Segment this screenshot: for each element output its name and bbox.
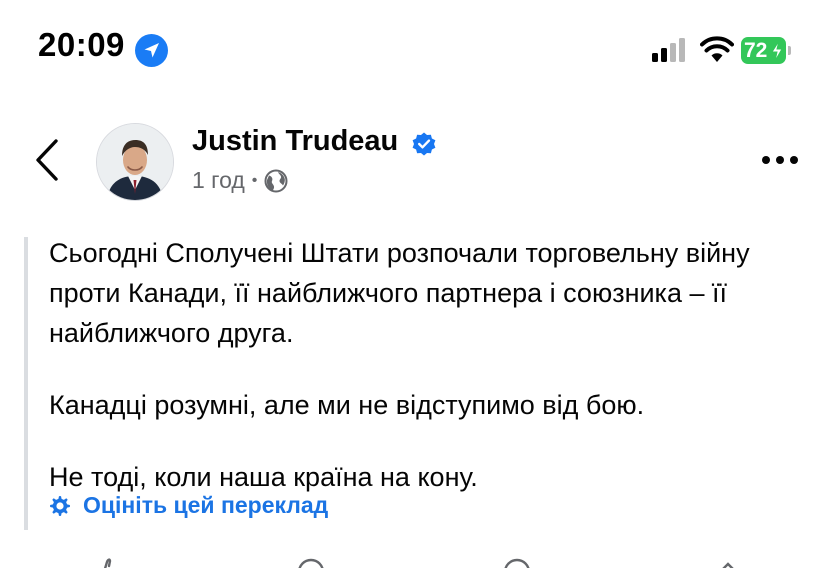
- gear-icon: [50, 495, 70, 516]
- battery-percent: 72: [744, 39, 768, 62]
- share-icon[interactable]: [716, 558, 740, 568]
- post-paragraph-2: Канадці розумні, але ми не відступимо ві…: [49, 390, 645, 420]
- status-bar: 20:09 72: [0, 0, 828, 100]
- author-name[interactable]: Justin Trudeau: [192, 125, 398, 158]
- avatar-portrait: [97, 124, 173, 200]
- wifi-icon: [700, 36, 734, 62]
- battery-cap: [788, 46, 791, 55]
- battery-indicator: 72: [741, 37, 791, 64]
- like-icon[interactable]: [96, 558, 116, 568]
- post-paragraph-3: Не тоді, коли наша країна на кону.: [49, 462, 478, 492]
- post-paragraph-1: Сьогодні Сполучені Штати розпочали торго…: [49, 238, 750, 348]
- author-avatar[interactable]: [96, 123, 174, 201]
- rate-translation-label: Оцініть цей переклад: [83, 492, 329, 518]
- post-timestamp[interactable]: 1 год: [192, 167, 245, 194]
- post-meta: 1 год •: [192, 167, 288, 194]
- meta-separator: •: [251, 171, 258, 189]
- post-detail-screen: 20:09 72 Justin Trudeau 1 год • Сьогодні…: [0, 0, 828, 568]
- comment-icon[interactable]: [296, 558, 326, 568]
- chevron-left-icon[interactable]: [32, 138, 62, 182]
- cellular-signal-icon: [652, 38, 685, 62]
- battery-charging-icon: [771, 41, 783, 61]
- status-time: 20:09: [38, 26, 125, 63]
- globe-icon[interactable]: [264, 169, 288, 193]
- more-horizontal-icon[interactable]: [760, 152, 800, 168]
- post-text: Сьогодні Сполучені Штати розпочали торго…: [49, 233, 809, 497]
- messenger-icon[interactable]: [502, 558, 532, 568]
- rate-translation-link[interactable]: Оцініть цей переклад: [48, 492, 328, 519]
- translation-quote-bar: [24, 237, 28, 530]
- location-arrow-icon: [135, 34, 168, 67]
- verified-badge-icon: [412, 132, 436, 156]
